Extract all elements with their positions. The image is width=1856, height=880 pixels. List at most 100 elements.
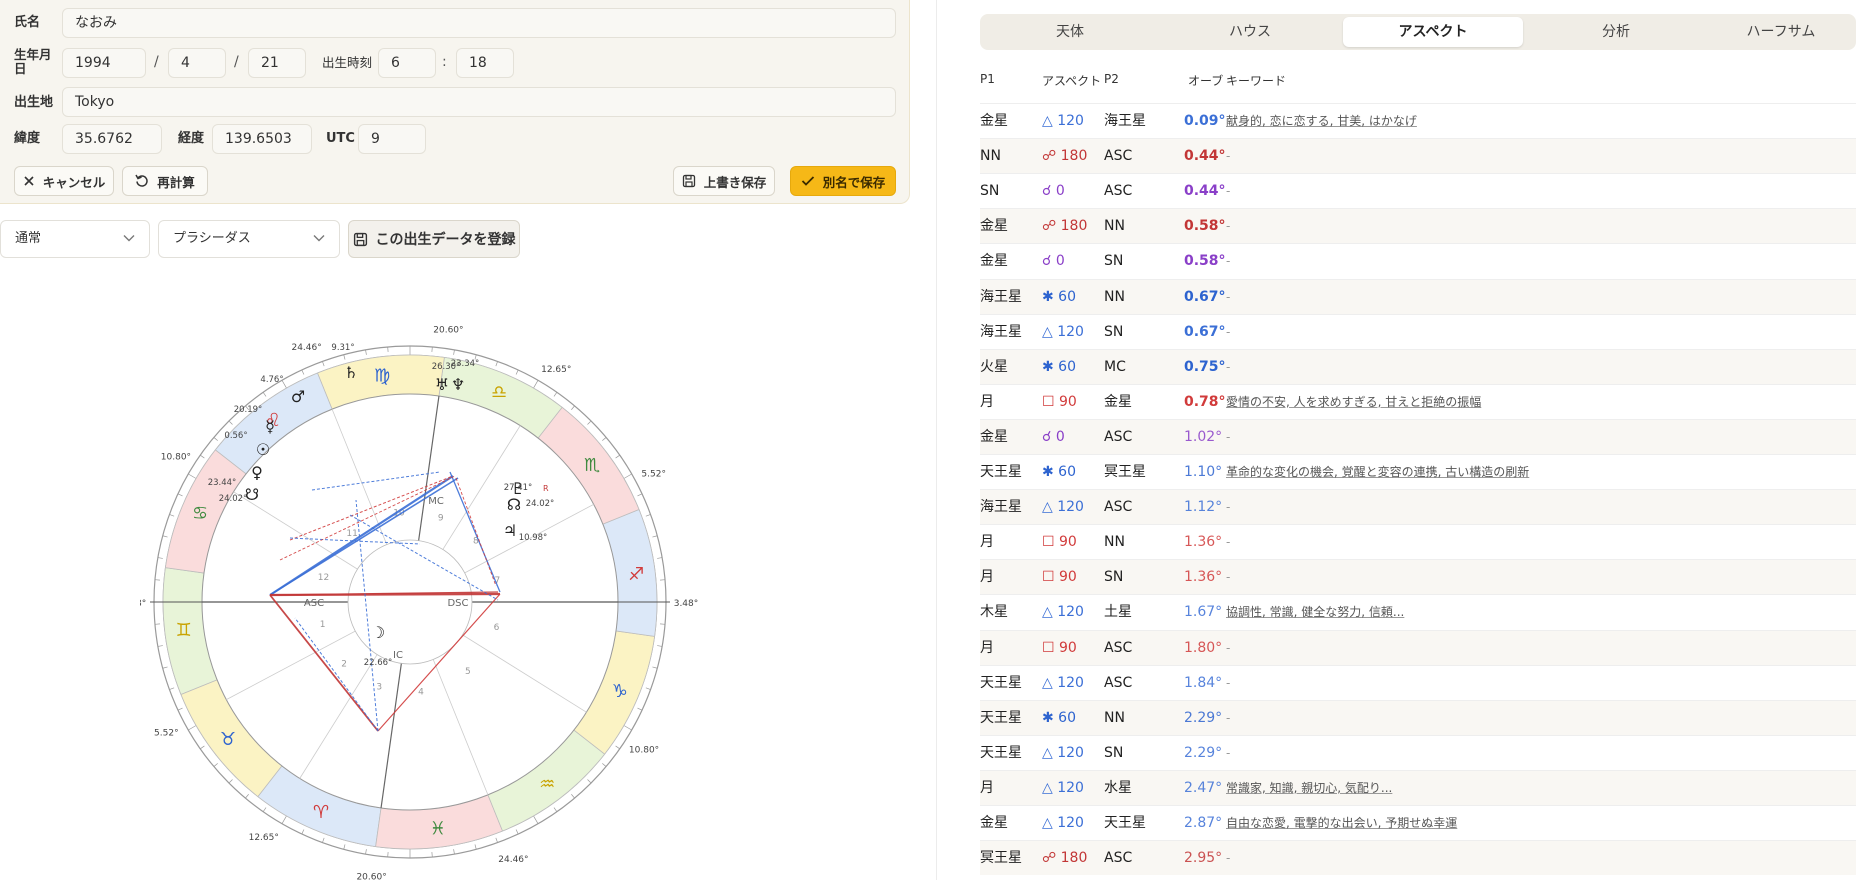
planet-2-cell: ASC — [1104, 148, 1133, 165]
planet-degree-label: 23.44° — [208, 478, 237, 488]
tab-aspects[interactable]: アスペクト — [1343, 17, 1523, 47]
planet-2-cell: SN — [1104, 323, 1124, 340]
name-label: 氏名 — [14, 15, 41, 30]
planet-glyph: ☊ — [507, 495, 521, 514]
zodiac-glyph: ♒ — [539, 774, 555, 795]
recalculate-button[interactable]: 再計算 — [122, 166, 208, 196]
tab-planets[interactable]: 天体 — [980, 17, 1160, 47]
keywords-cell: - — [1226, 429, 1231, 444]
utc-input[interactable]: 9 — [358, 124, 426, 154]
utc-label: UTC — [326, 131, 355, 146]
table-row[interactable]: 天王星 ✱ 60 NN 2.29° - — [980, 699, 1856, 735]
table-row[interactable]: 金星 ☍ 180 NN 0.58° - — [980, 208, 1856, 244]
keywords-cell[interactable]: 献身的, 恋に恋する, 甘美, はかなげ — [1226, 104, 1417, 138]
cancel-button[interactable]: キャンセル — [14, 166, 114, 196]
table-row[interactable]: 天王星 ✱ 60 冥王星 1.10° 革命的な変化の機会, 覚醒と変容の連携, 古い構造… — [980, 454, 1856, 489]
table-row[interactable]: NN ☍ 180 ASC 0.44° - — [980, 138, 1856, 174]
planet-1-cell: 金星 — [980, 428, 1008, 445]
tab-houses[interactable]: ハウス — [1160, 17, 1340, 47]
chart-mode-value: 通常 — [15, 231, 42, 246]
tab-analysis[interactable]: 分析 — [1526, 17, 1706, 47]
longitude-input[interactable]: 139.6503 — [212, 124, 312, 154]
aspect-cell: △ 120 — [1042, 674, 1084, 691]
chart-mode-select[interactable]: 通常 — [0, 220, 150, 258]
orb-cell: 0.67° — [1184, 288, 1226, 305]
save-as-button[interactable]: 別名で保存 — [790, 166, 896, 196]
close-icon — [24, 176, 34, 186]
aspect-cell: △ 120 — [1042, 815, 1084, 831]
orb-cell: 1.02° — [1184, 428, 1223, 445]
table-row[interactable]: 月 ☐ 90 NN 1.36° - — [980, 524, 1856, 559]
keywords-cell[interactable]: 常識家, 知識, 親切心, 気配り... — [1226, 771, 1392, 805]
table-row[interactable]: 金星 ☌ 0 SN 0.58° - — [980, 243, 1856, 278]
aspect-cell: △ 120 — [1042, 604, 1084, 621]
time-separator: : — [442, 54, 447, 70]
tab-halfsums[interactable]: ハーフサム — [1706, 17, 1856, 47]
planet-1-cell: 金星 — [980, 113, 1008, 129]
birth-day-input[interactable]: 21 — [248, 48, 306, 78]
header-p1: P1 — [980, 72, 995, 86]
table-row[interactable]: 月 △ 120 水星 2.47° 常識家, 知識, 親切心, 気配り... — [980, 769, 1856, 805]
table-row[interactable]: 海王星 △ 120 SN 0.67° - — [980, 313, 1856, 349]
birth-year-input[interactable]: 1994 — [62, 48, 146, 78]
birth-month-input[interactable]: 4 — [168, 48, 226, 78]
table-row[interactable]: 木星 △ 120 土星 1.67° 協調性, 常識, 健全な努力, 信頼... — [980, 594, 1856, 629]
keywords-cell[interactable]: 愛情の不安, 人を求めすぎる, 甘えと拒絶の振幅 — [1226, 385, 1481, 419]
table-row[interactable]: 天王星 △ 120 SN 2.29° - — [980, 734, 1856, 770]
keywords-cell: - — [1226, 710, 1231, 725]
orb-cell: 0.44° — [1184, 148, 1226, 165]
table-row[interactable]: 金星 △ 120 天王星 2.87° 自由な恋愛, 電撃的な出会い, 予期せぬ幸運 — [980, 805, 1856, 840]
retrograde-mark: R — [543, 484, 549, 493]
table-row[interactable]: 冥王星 ☍ 180 ASC 2.95° - — [980, 840, 1856, 876]
longitude-label: 経度 — [178, 131, 205, 146]
orb-cell: 1.84° — [1184, 674, 1223, 691]
angle-label: ASC — [304, 598, 324, 609]
planet-2-cell: NN — [1104, 534, 1125, 551]
panel-divider — [936, 0, 937, 880]
house-number: 5 — [465, 667, 471, 677]
cusp-degree-label: 12.65° — [541, 365, 571, 375]
header-keywords: キーワード — [1226, 74, 1287, 88]
table-row[interactable]: 月 ☐ 90 SN 1.36° - — [980, 559, 1856, 595]
planet-1-cell: 月 — [980, 569, 994, 586]
table-row[interactable]: 海王星 ✱ 60 NN 0.67° - — [980, 278, 1856, 314]
horoscope-wheel-svg: ♓♒♑♐♏♎♍♌♋♊♉♈3.48°5.52°12.65°20.60°24.46°… — [140, 326, 698, 880]
latitude-input[interactable]: 35.6762 — [62, 124, 162, 154]
cusp-degree-label: 3.48° — [140, 599, 146, 609]
aspect-cell: △ 120 — [1042, 323, 1084, 340]
cusp-degree-label: 5.52° — [641, 469, 666, 479]
aspect-table-header: P1 アスペクト P2 オーブ キーワード — [980, 72, 1856, 96]
keywords-cell[interactable]: 革命的な変化の機会, 覚醒と変容の連携, 古い構造の刷新 — [1226, 455, 1529, 489]
aspect-cell: ✱ 60 — [1042, 709, 1076, 726]
table-row[interactable]: 月 ☐ 90 金星 0.78° 愛情の不安, 人を求めすぎる, 甘えと拒絶の振幅 — [980, 383, 1856, 419]
planet-2-cell: ASC — [1104, 428, 1133, 445]
planet-2-cell: ASC — [1104, 674, 1133, 691]
birth-place-input[interactable]: Tokyo — [62, 87, 896, 117]
name-input[interactable]: なおみ — [62, 8, 896, 38]
overwrite-save-button-label: 上書き保存 — [703, 174, 767, 190]
house-system-select[interactable]: プラシーダス — [158, 220, 340, 258]
orb-cell: 0.78° — [1184, 393, 1226, 410]
table-row[interactable]: 月 ☐ 90 ASC 1.80° - — [980, 629, 1856, 665]
house-number: 11 — [346, 529, 357, 539]
keywords-cell[interactable]: 自由な恋愛, 電撃的な出会い, 予期せぬ幸運 — [1226, 806, 1457, 840]
planet-1-cell: 月 — [980, 534, 994, 551]
cusp-degree-label: 12.65° — [249, 833, 279, 843]
birth-minute-input[interactable]: 18 — [456, 48, 514, 78]
keywords-cell[interactable]: 協調性, 常識, 健全な努力, 信頼... — [1226, 595, 1404, 629]
table-row[interactable]: 海王星 △ 120 ASC 1.12° - — [980, 489, 1856, 525]
zodiac-glyph: ♊ — [176, 620, 192, 641]
house-system-value: プラシーダス — [173, 231, 251, 246]
keywords-cell: - — [1226, 219, 1231, 234]
birth-hour-input[interactable]: 6 — [378, 48, 436, 78]
planet-2-cell: 土星 — [1104, 604, 1132, 621]
table-row[interactable]: 天王星 △ 120 ASC 1.84° - — [980, 664, 1856, 700]
planet-degree-label: 20.19° — [234, 405, 263, 415]
table-row[interactable]: SN ☌ 0 ASC 0.44° - — [980, 173, 1856, 208]
overwrite-save-button[interactable]: 上書き保存 — [673, 166, 775, 196]
table-row[interactable]: 金星 ☌ 0 ASC 1.02° - — [980, 418, 1856, 454]
register-birth-data-button[interactable]: この出生データを登録 — [348, 220, 520, 258]
table-row[interactable]: 金星 △ 120 海王星 0.09° 献身的, 恋に恋する, 甘美, はかなげ — [980, 103, 1856, 138]
table-row[interactable]: 火星 ✱ 60 MC 0.75° - — [980, 348, 1856, 384]
planet-1-cell: 海王星 — [980, 499, 1022, 516]
